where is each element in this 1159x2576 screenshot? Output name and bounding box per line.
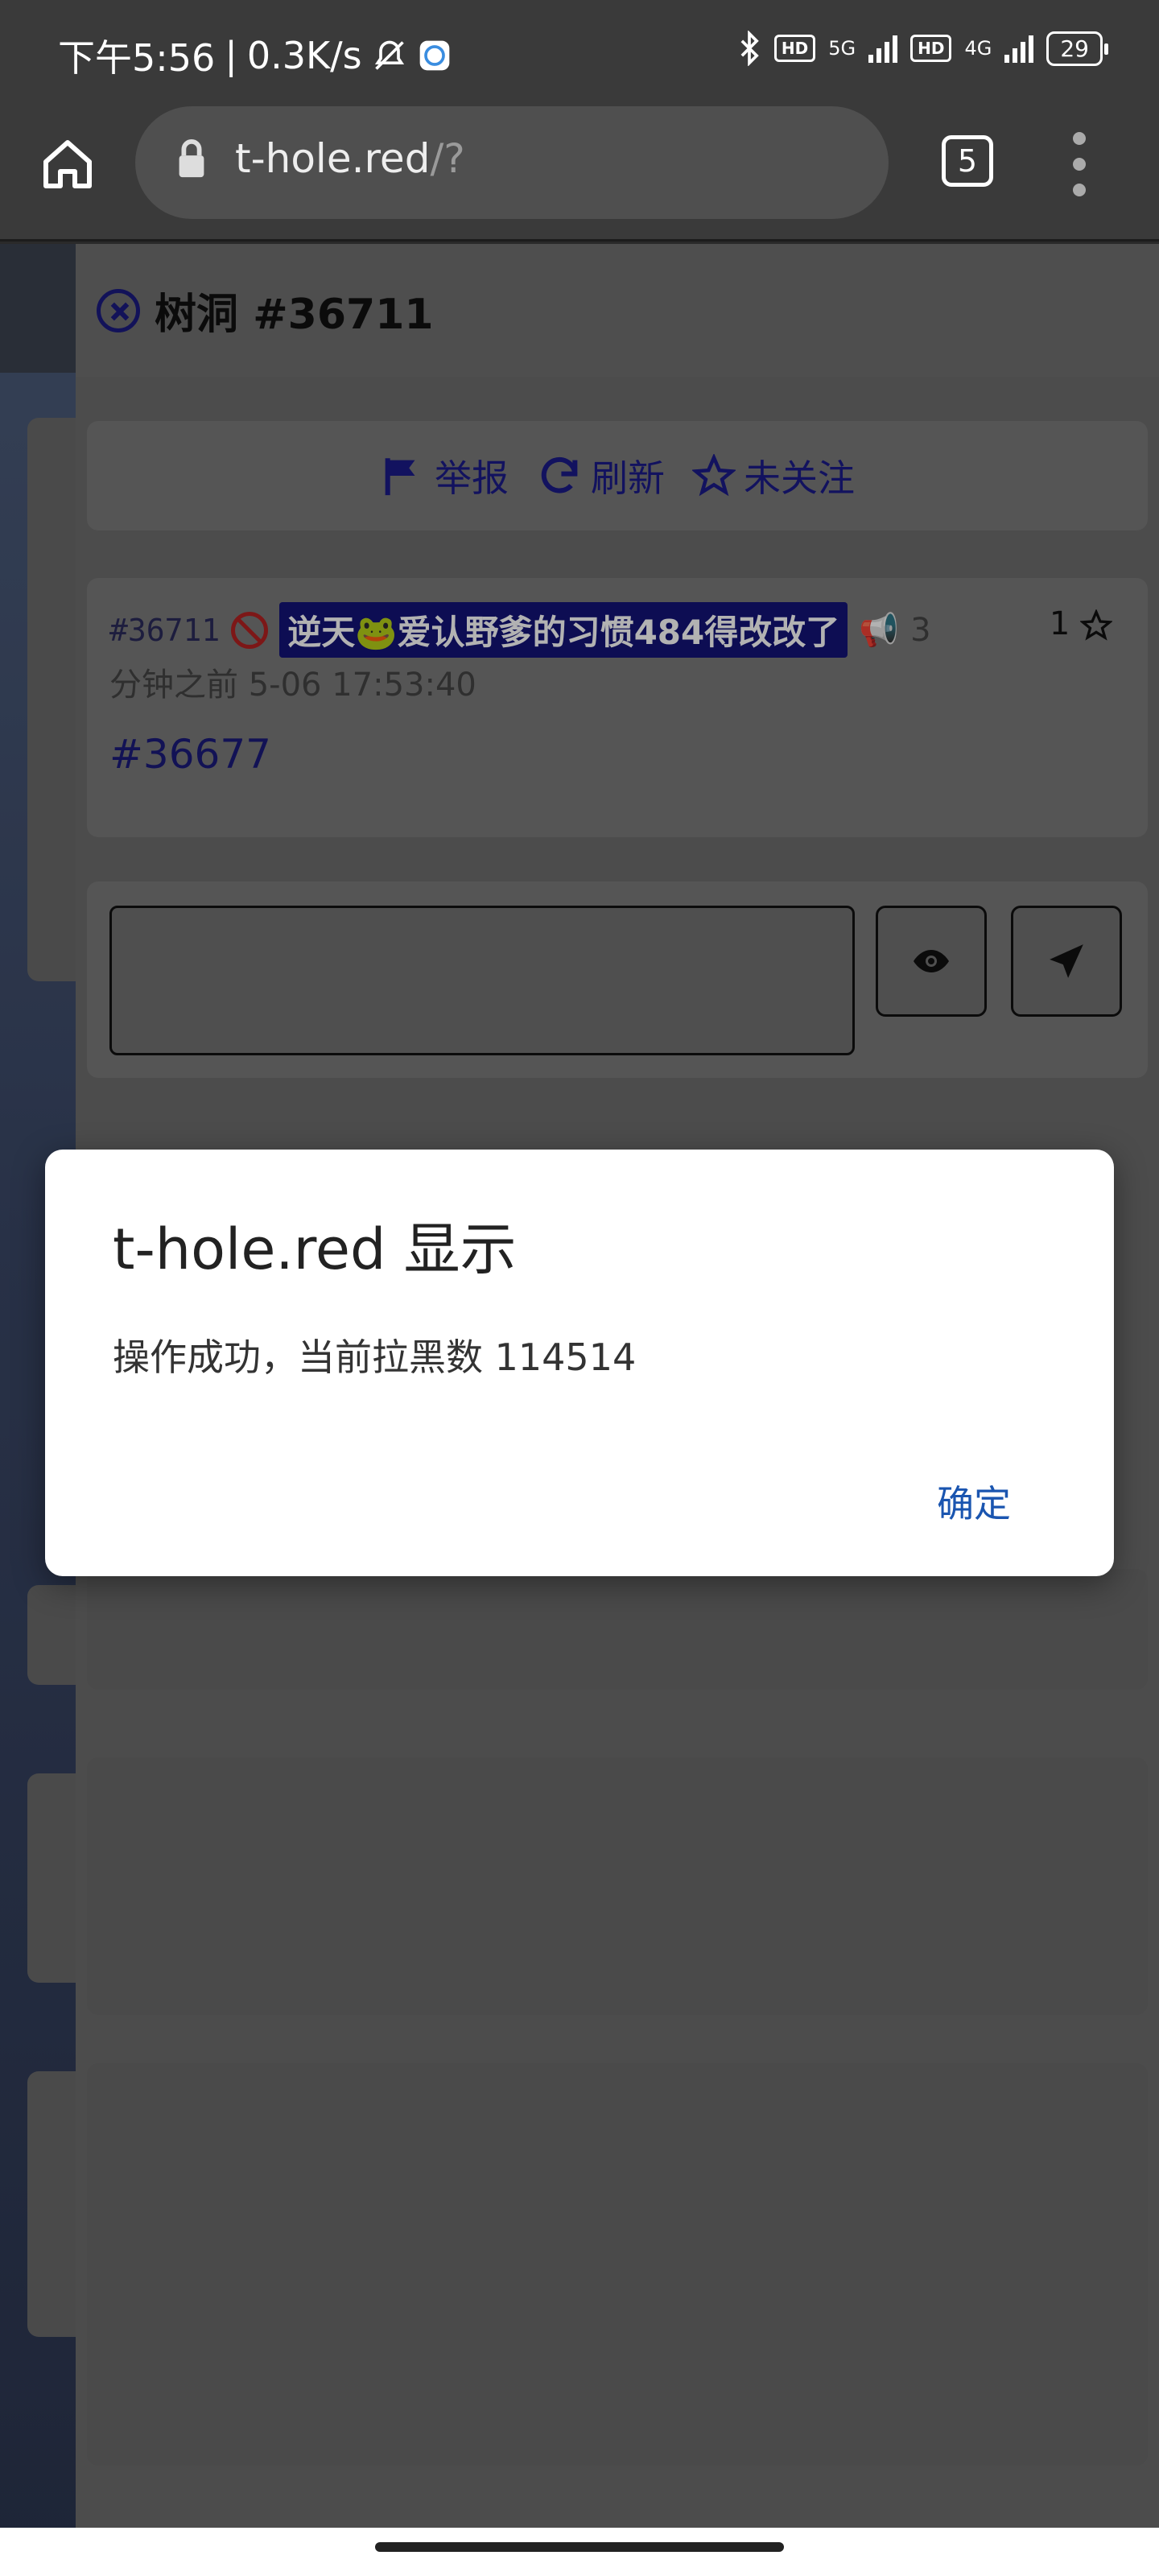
alert-dialog: t-hole.red 显示 操作成功，当前拉黑数 114514 确定	[45, 1150, 1114, 1576]
chat-app-icon	[419, 40, 449, 71]
browser-toolbar: t-hole.red/? 5	[0, 105, 1159, 242]
tab-switcher-button[interactable]: 5	[942, 135, 993, 187]
status-left: 下午5:56 | 0.3K/s	[58, 29, 452, 82]
url-text: t-hole.red/?	[235, 135, 465, 182]
hd-badge-2: HD	[910, 35, 952, 62]
battery-icon: 29	[1046, 31, 1108, 66]
overflow-menu-button[interactable]	[1067, 132, 1091, 196]
dialog-message: 操作成功，当前拉黑数 114514	[113, 1335, 637, 1379]
url-path: /?	[430, 135, 465, 182]
home-icon	[43, 140, 92, 188]
clock: 下午5:56	[58, 36, 216, 80]
ok-button[interactable]: 确定	[937, 1475, 1011, 1528]
signal-icon	[868, 34, 898, 63]
dialog-title: t-hole.red 显示	[113, 1216, 517, 1282]
network-type-1: 5G	[828, 37, 856, 60]
bell-muted-icon	[374, 40, 404, 70]
address-bar[interactable]: t-hole.red/?	[135, 106, 889, 219]
gesture-nav-bar	[0, 2528, 1159, 2576]
bluetooth-icon	[740, 31, 759, 66]
network-type-2: 4G	[964, 37, 992, 60]
home-gesture-handle[interactable]	[375, 2542, 784, 2552]
network-speed: 0.3K/s	[246, 34, 362, 77]
lock-icon	[179, 138, 204, 178]
hd-badge: HD	[773, 35, 816, 62]
signal-icon-2	[1004, 34, 1034, 63]
url-domain: t-hole.red	[235, 135, 431, 182]
status-right: HD 5G HD 4G 29	[737, 31, 1108, 66]
home-button[interactable]	[39, 135, 97, 193]
status-bar: 下午5:56 | 0.3K/s HD 5G HD 4G 29	[0, 0, 1159, 105]
